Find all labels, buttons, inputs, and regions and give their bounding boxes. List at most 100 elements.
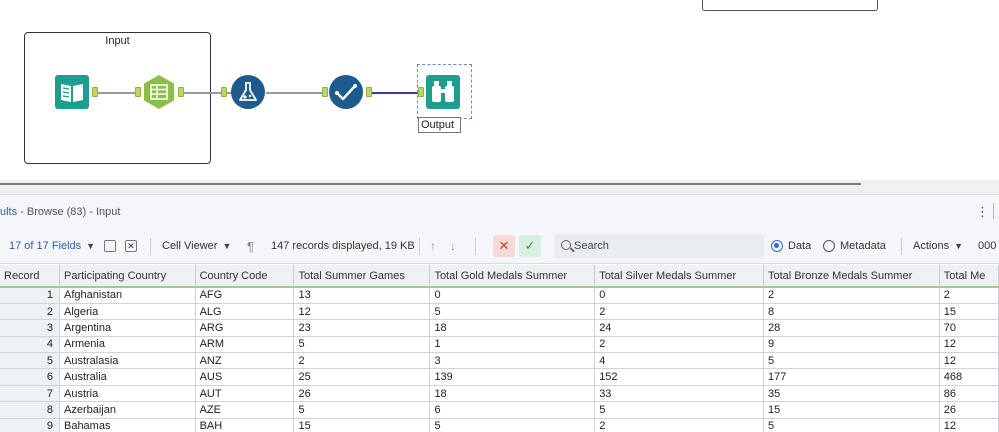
table-cell[interactable]: 15 (939, 303, 999, 321)
pilcrow-icon[interactable]: ¶ (247, 228, 254, 264)
column-header[interactable]: Country Code (195, 265, 295, 288)
table-cell[interactable]: 35 (763, 385, 940, 403)
table-row[interactable]: 5 Australasia ANZ 2 3 4 5 12 (0, 352, 999, 370)
clear-button[interactable]: ✕ (125, 228, 137, 264)
cell-viewer-selector[interactable]: Cell Viewer ▼ (162, 228, 231, 264)
table-cell[interactable]: ARG (195, 319, 295, 337)
test-tool[interactable] (329, 75, 363, 109)
column-header[interactable]: Total Summer Games (293, 265, 431, 288)
tool-container-input[interactable]: Input (24, 32, 211, 164)
table-cell[interactable]: BAH (195, 418, 295, 432)
actions-menu[interactable]: Actions ▼ (913, 228, 963, 264)
fields-selector[interactable]: 17 of 17 Fields ▼ (9, 228, 95, 264)
table-cell[interactable]: 15 (293, 418, 431, 432)
table-cell[interactable]: 5 (293, 336, 431, 354)
table-cell[interactable]: 33 (594, 385, 764, 403)
table-cell[interactable]: 2 (293, 352, 431, 370)
table-row[interactable]: 1 Afghanistan AFG 13 0 0 2 2 (0, 287, 999, 304)
table-cell[interactable]: Algeria (59, 303, 196, 321)
table-cell[interactable]: 1 (429, 336, 596, 354)
table-row[interactable]: 9 Bahamas BAH 15 5 2 5 12 (0, 418, 999, 432)
table-cell[interactable]: 3 (429, 352, 596, 370)
x-icon[interactable]: ✕ (493, 235, 515, 257)
results-grid[interactable]: Record Participating Country Country Code T… (0, 265, 999, 432)
table-cell[interactable]: 12 (293, 303, 431, 321)
radio-data[interactable]: Data (771, 228, 811, 264)
table-cell[interactable]: Austria (59, 385, 196, 403)
table-cell[interactable]: Afghanistan (59, 287, 196, 304)
table-cell[interactable]: 139 (429, 368, 596, 386)
output-anchor[interactable] (92, 87, 98, 97)
table-cell[interactable]: AUT (195, 385, 295, 403)
arrow-up-icon[interactable]: ↑ (430, 228, 436, 264)
column-header[interactable]: Total Silver Medals Summer (594, 265, 764, 288)
table-cell[interactable]: 5 (763, 418, 940, 432)
table-cell[interactable]: Azerbaijan (59, 401, 196, 419)
toolbar-overflow[interactable]: 000 (978, 228, 996, 264)
table-cell[interactable]: 5 (429, 418, 596, 432)
table-cell[interactable]: 23 (293, 319, 431, 337)
table-cell[interactable]: 4 (594, 352, 764, 370)
search-input[interactable] (574, 237, 754, 255)
table-cell[interactable]: 2 (939, 287, 999, 304)
table-cell[interactable]: 86 (939, 385, 999, 403)
column-header[interactable]: Total Gold Medals Summer (429, 265, 596, 288)
table-cell[interactable]: 28 (763, 319, 940, 337)
record-number-cell[interactable]: 2 (0, 303, 60, 321)
table-cell[interactable]: 12 (939, 352, 999, 370)
input-anchor[interactable] (322, 87, 328, 97)
table-cell[interactable]: ALG (195, 303, 295, 321)
column-header[interactable]: Participating Country (59, 265, 196, 288)
record-number-cell[interactable]: 4 (0, 336, 60, 354)
browse-tool[interactable] (426, 75, 460, 109)
table-cell[interactable]: 18 (429, 385, 596, 403)
table-cell[interactable]: 26 (293, 385, 431, 403)
table-cell[interactable]: 25 (293, 368, 431, 386)
record-number-cell[interactable]: 5 (0, 352, 60, 370)
output-anchor[interactable] (366, 87, 372, 97)
table-row[interactable]: 2 Algeria ALG 12 5 2 8 15 (0, 303, 999, 321)
formula-tool[interactable] (231, 75, 265, 109)
record-number-cell[interactable]: 1 (0, 287, 60, 304)
table-cell[interactable]: AUS (195, 368, 295, 386)
record-number-cell[interactable]: 8 (0, 401, 60, 419)
input-anchor[interactable] (221, 87, 227, 97)
table-cell[interactable]: 5 (429, 303, 596, 321)
connection-line-selected[interactable] (372, 92, 422, 94)
table-cell[interactable]: 13 (293, 287, 431, 304)
table-cell[interactable]: 0 (594, 287, 764, 304)
column-header[interactable]: Total Bronze Medals Summer (763, 265, 940, 288)
table-cell[interactable]: 5 (594, 401, 764, 419)
table-row[interactable]: 7 Austria AUT 26 18 33 35 86 (0, 385, 999, 403)
record-number-cell[interactable]: 6 (0, 368, 60, 386)
table-row[interactable]: 6 Australia AUS 25 139 152 177 468 (0, 368, 999, 386)
table-cell[interactable]: 468 (939, 368, 999, 386)
edit-checkbox-button[interactable] (104, 228, 116, 264)
table-cell[interactable]: 2 (763, 287, 940, 304)
table-cell[interactable]: AZE (195, 401, 295, 419)
table-cell[interactable]: 18 (429, 319, 596, 337)
table-cell[interactable]: 26 (939, 401, 999, 419)
arrow-down-icon[interactable]: ↓ (450, 228, 456, 264)
input-data-tool[interactable] (55, 75, 89, 109)
select-tool[interactable] (142, 75, 176, 109)
table-cell[interactable]: Armenia (59, 336, 196, 354)
column-header-record[interactable]: Record (0, 265, 60, 288)
table-cell[interactable]: 9 (763, 336, 940, 354)
table-cell[interactable]: 5 (763, 352, 940, 370)
table-cell[interactable]: Australasia (59, 352, 196, 370)
radio-metadata[interactable]: Metadata (823, 228, 886, 264)
table-row[interactable]: 3 Argentina ARG 23 18 24 28 70 (0, 319, 999, 337)
input-anchor[interactable] (135, 87, 141, 97)
table-cell[interactable]: 8 (763, 303, 940, 321)
connection-line[interactable] (266, 92, 324, 94)
table-cell[interactable]: 152 (594, 368, 764, 386)
table-cell[interactable]: Argentina (59, 319, 196, 337)
table-cell[interactable]: 2 (594, 303, 764, 321)
horizontal-scrollbar[interactable] (0, 183, 861, 185)
connection-line[interactable] (97, 92, 137, 94)
record-number-cell[interactable]: 7 (0, 385, 60, 403)
table-cell[interactable]: 177 (763, 368, 940, 386)
table-cell[interactable]: ARM (195, 336, 295, 354)
table-cell[interactable]: 2 (594, 336, 764, 354)
